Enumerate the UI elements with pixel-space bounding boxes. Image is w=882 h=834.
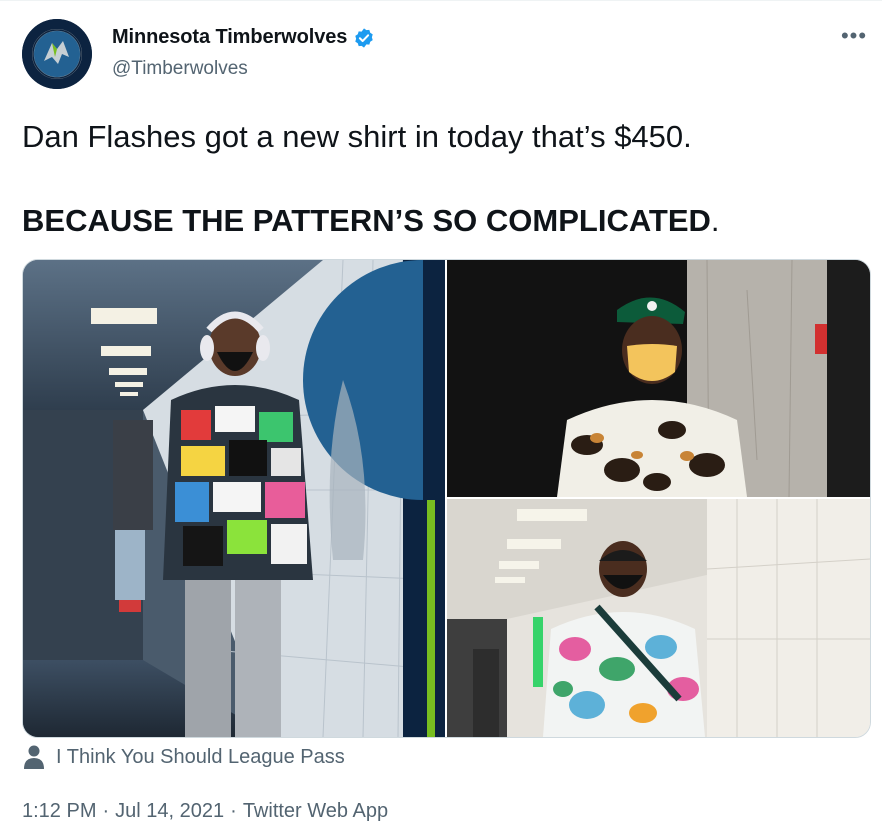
tweet-metadata: 1:12 PM · Jul 14, 2021 · Twitter Web App xyxy=(22,800,388,823)
photo-player-floral-hoodie[interactable] xyxy=(447,499,870,737)
photo-hallway-player-headphones[interactable] xyxy=(23,260,445,737)
display-name[interactable]: Minnesota Timberwolves xyxy=(112,26,347,49)
person-icon xyxy=(24,745,44,769)
tweet-line-2-tail: . xyxy=(710,203,720,238)
media-grid xyxy=(22,259,871,738)
more-glyph: ••• xyxy=(840,23,868,48)
meta-separator: · xyxy=(102,800,110,822)
avatar[interactable] xyxy=(22,19,92,89)
tweet-date[interactable]: Jul 14, 2021 xyxy=(115,800,224,823)
timberwolves-logo-icon xyxy=(22,19,92,89)
photo-player-green-cap[interactable] xyxy=(447,260,870,497)
verified-badge-icon xyxy=(353,27,375,49)
tagged-users-label[interactable]: I Think You Should League Pass xyxy=(56,746,345,769)
tagged-users[interactable]: I Think You Should League Pass xyxy=(24,745,345,769)
more-horizontal-icon[interactable]: ••• xyxy=(840,22,868,50)
author-handle[interactable]: @Timberwolves xyxy=(112,58,248,80)
tweet-line-2-bold: BECAUSE THE PATTERN’S SO COMPLICATED xyxy=(22,203,711,238)
top-divider xyxy=(0,0,882,1)
tweet-line-1: Dan Flashes got a new shirt in today tha… xyxy=(22,119,692,154)
meta-separator: · xyxy=(230,800,237,822)
tweet-line-2: BECAUSE THE PATTERN’S SO COMPLICATED. xyxy=(22,200,862,242)
tweet-time[interactable]: 1:12 PM xyxy=(22,800,96,823)
tweet-source[interactable]: Twitter Web App xyxy=(243,800,388,823)
tweet-text: Dan Flashes got a new shirt in today tha… xyxy=(22,116,862,242)
author-name-row[interactable]: Minnesota Timberwolves xyxy=(112,26,375,49)
